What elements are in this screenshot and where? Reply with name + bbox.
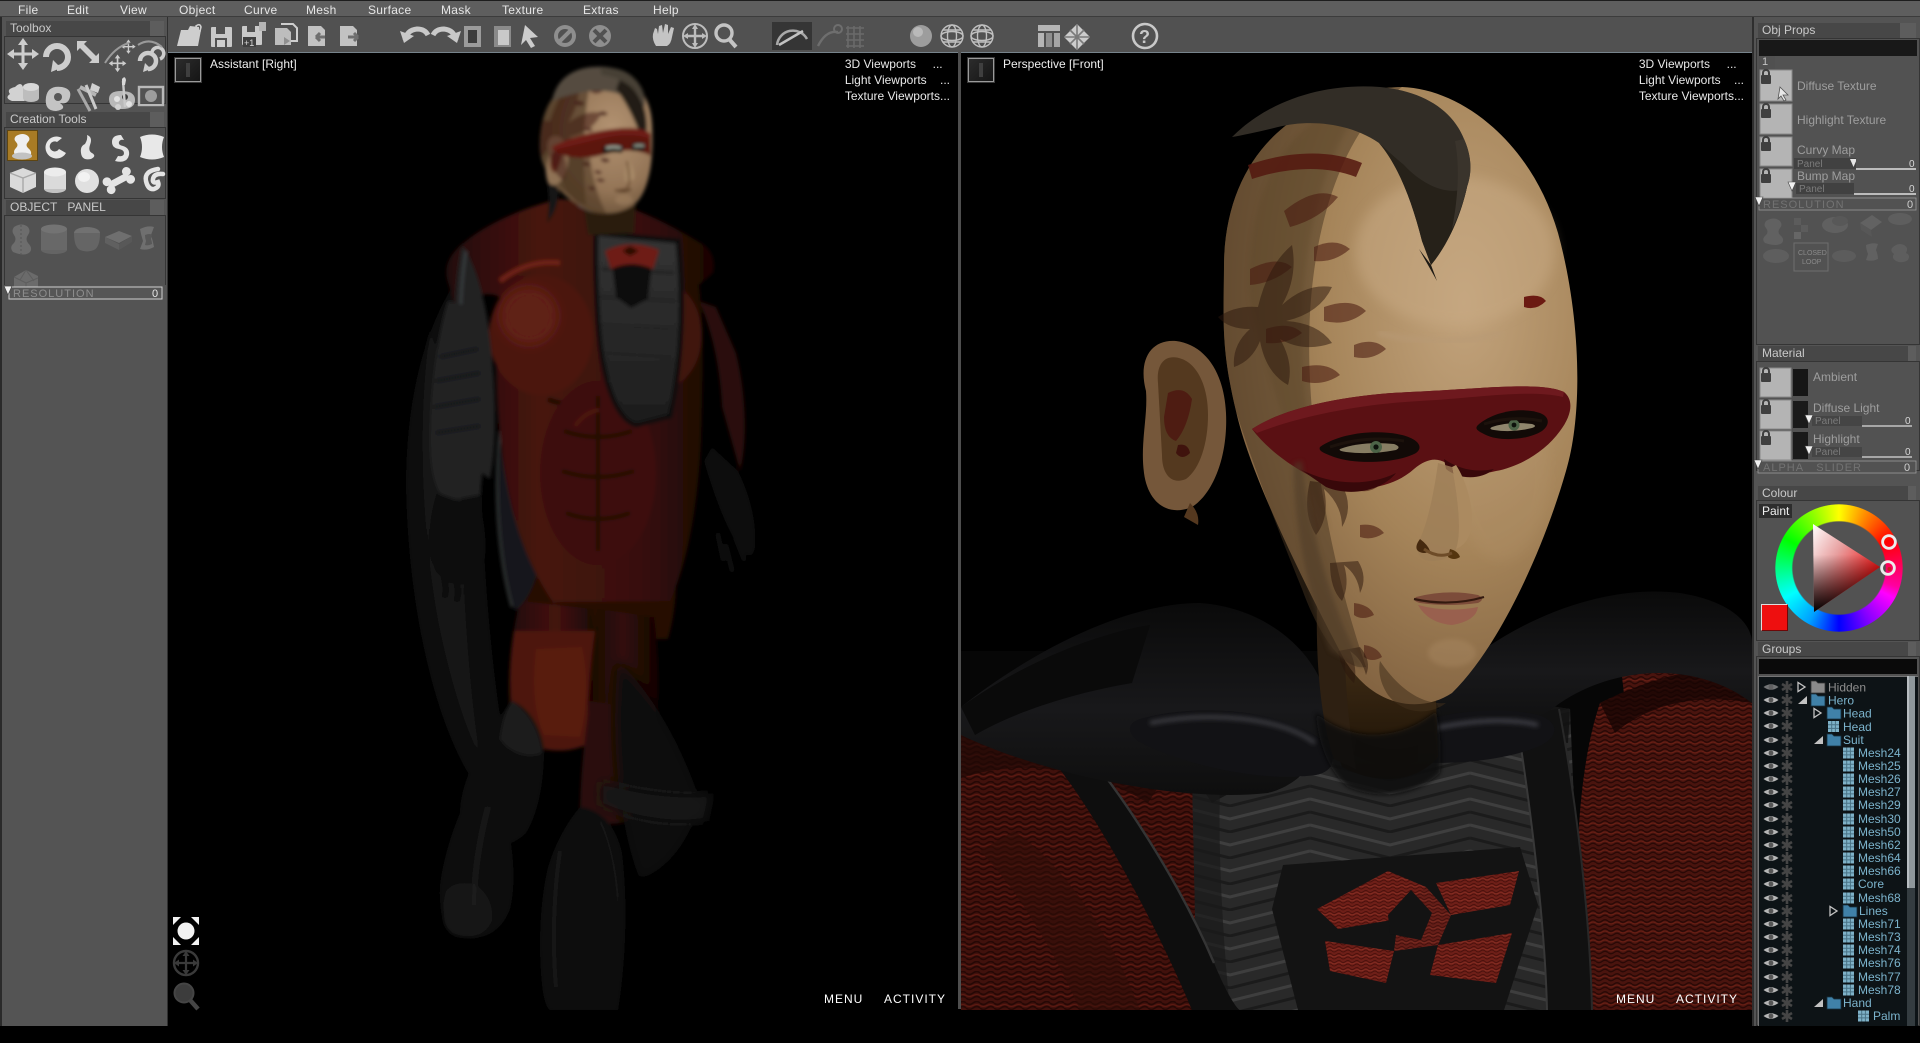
svg-text:Mesh29: Mesh29 — [1858, 798, 1901, 812]
svg-text:Mesh66: Mesh66 — [1858, 864, 1901, 878]
svg-text:Hero: Hero — [1828, 694, 1854, 708]
svg-text:Mesh71: Mesh71 — [1858, 917, 1901, 931]
svg-text:Mesh76: Mesh76 — [1858, 956, 1901, 970]
svg-text:LOOP: LOOP — [1802, 259, 1822, 266]
svg-text:Diffuse Texture: Diffuse Texture — [1797, 79, 1877, 93]
svg-text:Mesh73: Mesh73 — [1858, 930, 1901, 944]
svg-text:0: 0 — [1909, 184, 1915, 195]
svg-text:Mesh30: Mesh30 — [1858, 812, 1901, 826]
svg-text:Head: Head — [1843, 720, 1872, 734]
svg-text:Core: Core — [1858, 877, 1884, 891]
svg-text:CLOSED: CLOSED — [1798, 250, 1827, 257]
svg-text:Mesh78: Mesh78 — [1858, 983, 1901, 997]
svg-text:?: ? — [1139, 27, 1150, 47]
svg-text:Ambient: Ambient — [1813, 370, 1858, 384]
svg-text:Mesh68: Mesh68 — [1858, 891, 1901, 905]
svg-text:+1: +1 — [244, 38, 254, 48]
svg-text:Panel: Panel — [1797, 159, 1823, 170]
svg-text:Curvy Map: Curvy Map — [1797, 143, 1855, 157]
svg-text:Suit: Suit — [1843, 733, 1864, 747]
svg-text:Mesh77: Mesh77 — [1858, 970, 1901, 984]
svg-text:RESOLUTION: RESOLUTION — [13, 288, 95, 300]
svg-text:Mesh62: Mesh62 — [1858, 838, 1901, 852]
svg-text:Mesh74: Mesh74 — [1858, 943, 1901, 957]
svg-text:Mesh27: Mesh27 — [1858, 785, 1901, 799]
svg-text:Panel: Panel — [1799, 184, 1825, 195]
svg-text:Mesh24: Mesh24 — [1858, 746, 1901, 760]
svg-text:Diffuse Light: Diffuse Light — [1813, 401, 1880, 415]
svg-text:0: 0 — [1905, 416, 1911, 427]
svg-text:ALPHA SLIDER: ALPHA SLIDER — [1763, 462, 1862, 474]
svg-text:0: 0 — [1904, 462, 1910, 474]
svg-text:Head: Head — [1843, 707, 1872, 721]
svg-text:Hidden: Hidden — [1828, 681, 1866, 695]
svg-text:0: 0 — [1905, 447, 1911, 458]
svg-text:Panel: Panel — [1815, 416, 1841, 427]
svg-text:0: 0 — [152, 288, 158, 300]
svg-text:Hand: Hand — [1843, 996, 1872, 1010]
svg-text:Mesh26: Mesh26 — [1858, 772, 1901, 786]
svg-text:Highlight: Highlight — [1813, 432, 1860, 446]
svg-text:Mesh25: Mesh25 — [1858, 759, 1901, 773]
svg-text:Mesh50: Mesh50 — [1858, 825, 1901, 839]
svg-text:Bump Map: Bump Map — [1797, 169, 1855, 183]
svg-text:Mesh64: Mesh64 — [1858, 851, 1901, 865]
svg-text:Palm: Palm — [1873, 1009, 1900, 1023]
svg-text:Highlight Texture: Highlight Texture — [1797, 113, 1886, 127]
svg-text:Panel: Panel — [1815, 447, 1841, 458]
svg-text:0: 0 — [1909, 159, 1915, 170]
svg-text:0: 0 — [1907, 199, 1913, 211]
svg-text:RESOLUTION: RESOLUTION — [1763, 199, 1845, 211]
svg-text:Lines: Lines — [1859, 904, 1888, 918]
